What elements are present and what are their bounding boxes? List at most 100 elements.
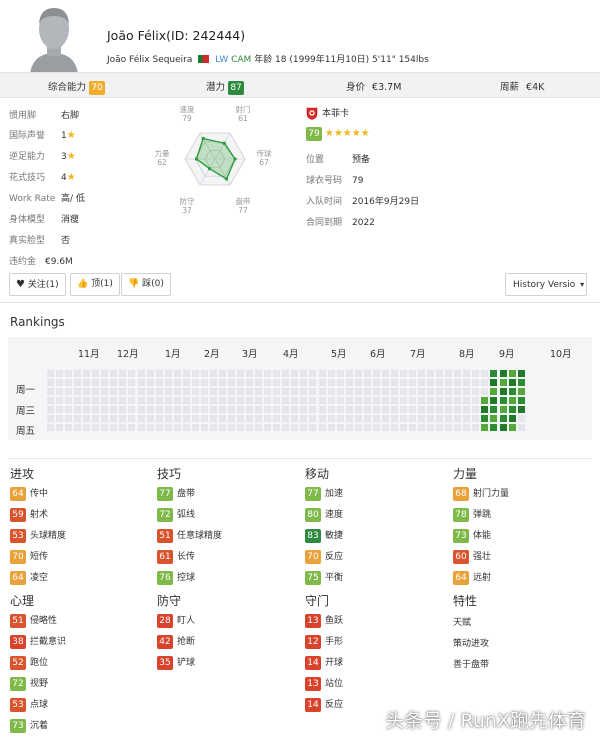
heatmap-cell xyxy=(363,370,371,377)
attribute-value-badge: 14 xyxy=(305,656,321,670)
history-version-label: History Versio xyxy=(513,280,576,290)
attribute-row: 42 抢断 xyxy=(157,635,195,649)
heatmap-cell xyxy=(327,415,335,423)
heatmap-cell xyxy=(327,397,335,405)
value-label: 身价 xyxy=(346,82,366,93)
radar-label: 力量 xyxy=(155,148,170,158)
heatmap-cell xyxy=(155,388,163,396)
dislike-button[interactable]: 👎 踩(0) xyxy=(121,273,171,296)
heatmap-cell xyxy=(399,424,407,432)
heatmap-cell xyxy=(472,370,480,377)
month-label: 1月 xyxy=(165,349,181,360)
attribute-value-badge: 42 xyxy=(157,635,173,649)
heatmap-cell xyxy=(273,397,281,405)
like-button[interactable]: 👍 顶(1) xyxy=(70,273,120,296)
club-row-contract: 合同到期 2022 xyxy=(306,218,375,228)
heatmap-cell xyxy=(300,388,308,396)
heatmap-cell xyxy=(209,415,217,423)
heatmap-cell xyxy=(237,406,245,414)
heatmap-cell xyxy=(517,370,525,377)
attribute-row: 52 跑位 xyxy=(10,656,48,670)
heatmap-cell xyxy=(472,406,480,414)
radar-point xyxy=(222,141,226,145)
heatmap-cell xyxy=(146,415,154,423)
attribute-name: 强壮 xyxy=(473,552,492,562)
radar-label: 传球 xyxy=(257,148,272,158)
heatmap-cell xyxy=(309,424,317,432)
star-icon: ★ xyxy=(66,151,76,162)
heatmap-cell xyxy=(427,406,435,414)
attribute-name: 视野 xyxy=(30,679,49,689)
heatmap-cell xyxy=(110,415,118,423)
attribute-name: 反应 xyxy=(325,700,344,710)
attribute-row: 73 体能 xyxy=(453,529,491,543)
position-lw[interactable]: LW xyxy=(215,55,228,65)
heatmap-cell xyxy=(83,370,91,377)
overall-badge: 70 xyxy=(89,81,106,95)
heatmap-cell xyxy=(47,370,54,377)
attribute-name: 射门力量 xyxy=(473,489,510,499)
heatmap-cell xyxy=(372,406,380,414)
club-name[interactable]: 本菲卡 xyxy=(322,109,349,119)
attribute-name: 跑位 xyxy=(30,658,49,668)
heatmap-cell xyxy=(336,406,344,414)
heatmap-cell xyxy=(436,415,444,423)
heatmap-cell xyxy=(237,379,245,387)
heatmap-cell xyxy=(463,424,471,432)
heatmap-cell xyxy=(454,379,462,387)
heatmap-cell xyxy=(318,397,326,405)
attribute-name: 盘带 xyxy=(177,489,196,499)
month-label: 2月 xyxy=(204,349,220,360)
heatmap-cell xyxy=(237,424,245,432)
overall-stat: 综合能力 70 xyxy=(48,79,106,95)
heatmap-cell xyxy=(83,397,91,405)
heatmap-cell xyxy=(47,397,54,405)
month-label: 11月 xyxy=(78,349,100,360)
position-cam[interactable]: CAM xyxy=(231,55,251,65)
history-version-dropdown[interactable]: History Versio ▾ xyxy=(505,273,587,296)
potential-stat: 潜力 87 xyxy=(206,79,245,95)
attribute-radar-chart: 速度79 射门61 传球67 盘带77 防守37 力量62 xyxy=(155,104,272,214)
heatmap-cell xyxy=(354,379,362,387)
heatmap-cell xyxy=(128,397,136,405)
heatmap-cell xyxy=(300,397,308,405)
attribute-name: 沉着 xyxy=(30,721,49,731)
attribute-row: 70 短传 xyxy=(10,550,48,564)
heatmap-cell xyxy=(128,406,136,414)
heatmap-cell xyxy=(345,406,353,414)
heatmap-cell xyxy=(390,406,398,414)
heatmap-cell xyxy=(300,406,308,414)
heatmap-cell xyxy=(255,370,263,377)
heatmap-cell xyxy=(146,370,154,377)
heatmap-cell xyxy=(246,424,254,432)
weekday-label: 周五 xyxy=(16,426,36,437)
attribute-row: 72 视野 xyxy=(10,677,48,691)
heatmap-cell xyxy=(336,415,344,423)
heatmap-cell xyxy=(372,379,380,387)
heatmap-cell xyxy=(418,415,426,423)
heatmap-cell xyxy=(381,388,389,396)
attribute-row: 70 反应 xyxy=(305,550,343,564)
heatmap-cell xyxy=(300,424,308,432)
heatmap-cell xyxy=(137,388,145,396)
chevron-down-icon: ▾ xyxy=(580,280,585,289)
heatmap-cell xyxy=(499,370,507,377)
follow-button[interactable]: ♥ 关注(1) xyxy=(9,273,66,296)
heatmap-cell xyxy=(119,415,127,423)
heatmap-cell xyxy=(282,406,290,414)
heatmap-cell xyxy=(499,397,507,405)
heatmap-cell xyxy=(119,379,127,387)
attribute-value-badge: 64 xyxy=(453,571,469,585)
info-row-real-face: 真实脸型否 xyxy=(9,236,71,246)
wage-amount: €4K xyxy=(526,82,545,93)
attribute-row: 73 沉着 xyxy=(10,719,48,733)
heatmap-cell xyxy=(74,370,82,377)
month-label: 6月 xyxy=(370,349,386,360)
heatmap-cell xyxy=(463,397,471,405)
heatmap-cell xyxy=(345,379,353,387)
heatmap-cell xyxy=(237,370,245,377)
heatmap-cell xyxy=(345,424,353,432)
heatmap-cell xyxy=(110,379,118,387)
heatmap-cell xyxy=(354,415,362,423)
info-row-weak-foot: 逆足能力 3★ xyxy=(9,151,76,162)
